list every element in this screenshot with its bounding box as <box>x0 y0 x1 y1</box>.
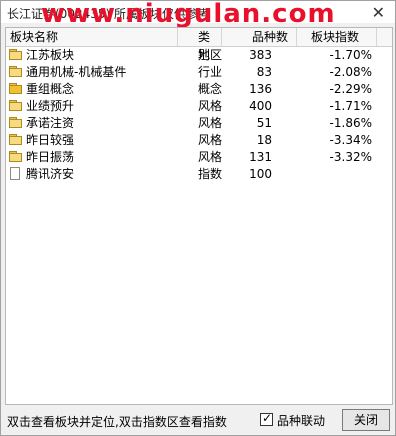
cell-count: 51 <box>256 116 272 130</box>
cell-category: 概念 <box>198 82 223 96</box>
close-button[interactable]: 关闭 <box>342 409 390 431</box>
column-header-category[interactable]: 类别 <box>178 28 222 62</box>
table-row[interactable]: 江苏板块 地区 383 -1.70% <box>6 47 392 64</box>
cell-index: -1.86% <box>329 116 372 130</box>
sync-checkbox[interactable]: ✓ <box>260 411 273 426</box>
cell-index: -1.71% <box>329 99 372 113</box>
cell-index: -3.34% <box>329 133 372 147</box>
cell-sector-name: 腾讯济安 <box>26 167 75 181</box>
open-folder-icon <box>9 83 22 94</box>
cell-sector-name: 江苏板块 <box>26 48 75 62</box>
cell-count: 100 <box>249 167 272 181</box>
table-row[interactable]: 腾讯济安 指数 100 <box>6 166 392 183</box>
table-row[interactable]: 昨日较强 风格 18 -3.34% <box>6 132 392 149</box>
folder-icon <box>9 100 22 111</box>
watermark: www.niugulan.com <box>41 0 336 29</box>
cell-count: 83 <box>256 65 272 79</box>
cell-count: 136 <box>249 82 272 96</box>
sector-table[interactable]: 板块名称 类别 品种数 板块指数 江苏板块 地区 383 -1.70% 通用机械-机械基… <box>5 27 393 405</box>
column-header-count[interactable]: 品种数 <box>222 28 297 46</box>
cell-index: -2.08% <box>329 65 372 79</box>
close-icon[interactable]: ✕ <box>372 3 385 22</box>
checkmark-icon: ✓ <box>262 411 273 425</box>
cell-count: 400 <box>249 99 272 113</box>
document-icon <box>10 167 20 180</box>
sync-checkbox-label[interactable]: 品种联动 <box>277 412 325 429</box>
column-header-name[interactable]: 板块名称 <box>6 28 178 46</box>
cell-sector-name: 承诺注资 <box>26 116 75 130</box>
folder-icon <box>9 134 22 145</box>
cell-sector-name: 业绩预升 <box>26 99 75 113</box>
sector-dialog: 长江证券(002435) 所属板块仅供参考 www.niugulan.com ✕… <box>0 0 396 436</box>
cell-sector-name: 重组概念 <box>26 82 75 96</box>
table-row[interactable]: 昨日振荡 风格 131 -3.32% <box>6 149 392 166</box>
column-header-index[interactable]: 板块指数 <box>297 28 377 46</box>
cell-category: 指数 <box>198 167 223 181</box>
cell-sector-name: 昨日较强 <box>26 133 75 147</box>
hint-text: 双击查看板块并定位,双击指数区查看指数 <box>7 415 227 429</box>
status-bar: 双击查看板块并定位,双击指数区查看指数 ✓ 品种联动 关闭 <box>1 407 395 435</box>
table-row[interactable]: 通用机械-机械基件 行业 83 -2.08% <box>6 64 392 81</box>
title-bar[interactable]: 长江证券(002435) 所属板块仅供参考 www.niugulan.com ✕ <box>1 0 395 29</box>
cell-index: -2.29% <box>329 82 372 96</box>
cell-category: 地区 <box>198 48 223 62</box>
table-row[interactable]: 业绩预升 风格 400 -1.71% <box>6 98 392 115</box>
cell-count: 131 <box>249 150 272 164</box>
cell-category: 风格 <box>198 133 223 147</box>
cell-index: -1.70% <box>329 48 372 62</box>
table-row[interactable]: 承诺注资 风格 51 -1.86% <box>6 115 392 132</box>
cell-category: 风格 <box>198 150 223 164</box>
folder-icon <box>9 66 22 77</box>
cell-sector-name: 昨日振荡 <box>26 150 75 164</box>
cell-count: 383 <box>249 48 272 62</box>
table-header: 板块名称 类别 品种数 板块指数 <box>6 28 392 62</box>
cell-category: 行业 <box>198 65 223 79</box>
folder-icon <box>9 117 22 128</box>
cell-sector-name: 通用机械-机械基件 <box>26 65 127 79</box>
cell-category: 风格 <box>198 99 223 113</box>
cell-category: 风格 <box>198 116 223 130</box>
cell-count: 18 <box>256 133 272 147</box>
folder-icon <box>9 49 22 60</box>
cell-index: -3.32% <box>329 150 372 164</box>
table-row[interactable]: 重组概念 概念 136 -2.29% <box>6 81 392 98</box>
folder-icon <box>9 151 22 162</box>
